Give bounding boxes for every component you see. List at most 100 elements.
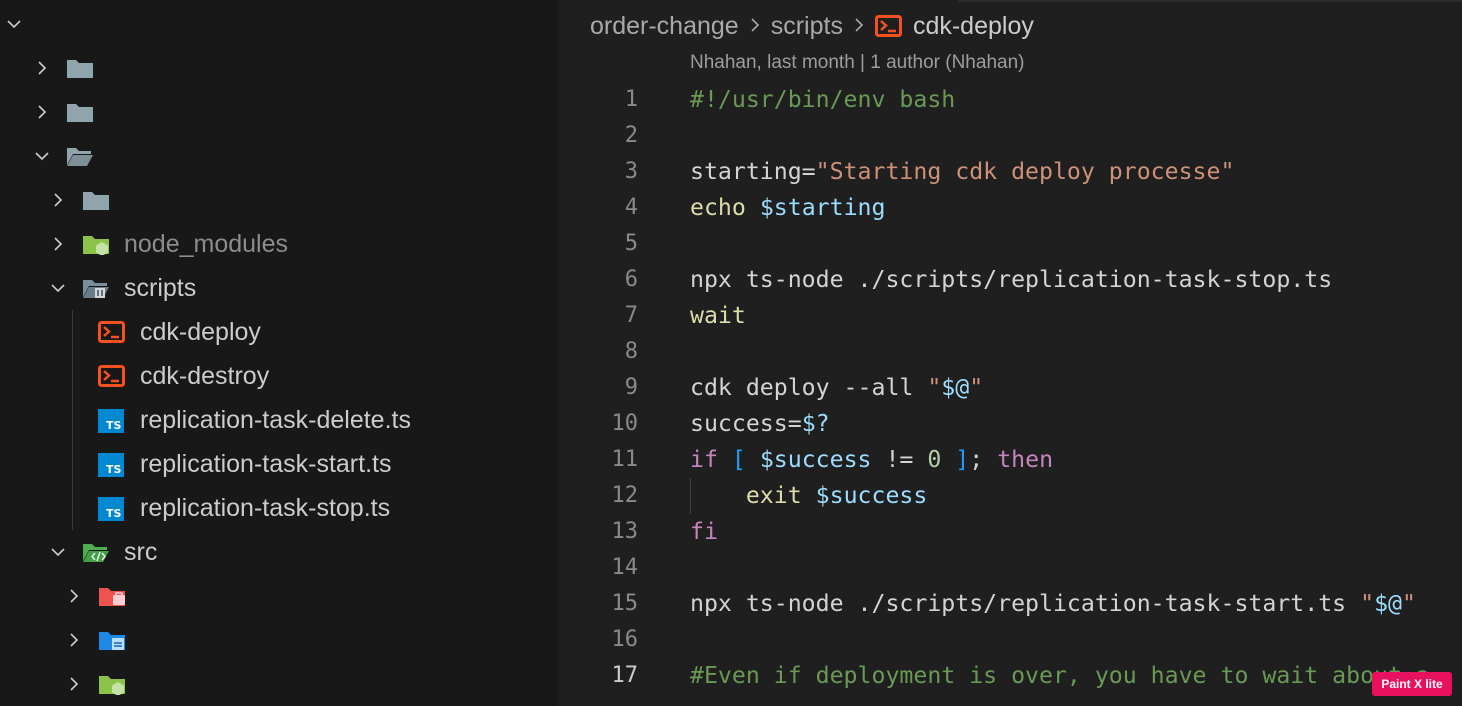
line-text[interactable]: fi [690, 518, 718, 546]
line-text[interactable]: echo $starting [690, 194, 885, 222]
tree-row-folder-1[interactable] [0, 46, 558, 90]
code-line[interactable]: 10 success=$? [558, 406, 1462, 442]
line-text[interactable]: success=$? [690, 410, 830, 438]
code-line[interactable]: 3 starting="Starting cdk deploy processe" [558, 154, 1462, 190]
line-number: 7 [624, 303, 638, 328]
code-line[interactable]: 7 wait [558, 298, 1462, 334]
tree-row-folder-red[interactable] [0, 574, 558, 618]
code-token: wait [690, 302, 746, 329]
chevron-right-icon[interactable] [34, 60, 50, 76]
tree-row-replication-task-delete[interactable]: TS replication-task-delete.ts [0, 398, 558, 442]
tree-row-node-modules[interactable]: node_modules [0, 222, 558, 266]
line-text[interactable]: cdk deploy --all "$@" [690, 374, 983, 402]
code-line[interactable]: 5 [558, 226, 1462, 262]
line-text[interactable]: #!/usr/bin/env bash [690, 86, 955, 114]
tree-row-src[interactable]: src [0, 530, 558, 574]
chevron-right-icon[interactable] [66, 676, 82, 692]
line-number: 3 [624, 159, 638, 184]
folder-icon [82, 189, 110, 211]
code-token: 0 [927, 446, 942, 473]
folder-open-icon [66, 145, 94, 167]
breadcrumb-item[interactable]: order-change [590, 12, 739, 41]
terminal-icon [98, 365, 126, 387]
code-line[interactable]: 9 cdk deploy --all "$@" [558, 370, 1462, 406]
tree-row-replication-task-stop[interactable]: TS replication-task-stop.ts [0, 486, 558, 530]
code-token: "Starting cdk deploy processe" [815, 158, 1235, 185]
chevron-right-icon[interactable] [66, 632, 82, 648]
tree-row-folder-green[interactable] [0, 662, 558, 706]
code-line[interactable]: 14 [558, 550, 1462, 586]
line-text[interactable]: #Even if deployment is over, you have to… [690, 662, 1430, 690]
tree-row-cdk-deploy[interactable]: cdk-deploy [0, 310, 558, 354]
code-token: if [690, 446, 718, 473]
code-token: $starting [759, 194, 886, 221]
tree-row-replication-task-start[interactable]: TS replication-task-start.ts [0, 442, 558, 486]
breadcrumb-item[interactable]: scripts [771, 12, 843, 41]
code-editor[interactable]: order-change scripts cdk-deploy Nhahan, … [558, 0, 1462, 706]
chevron-down-icon[interactable] [50, 544, 66, 560]
code-line[interactable]: 11 if [ $success != 0 ]; then [558, 442, 1462, 478]
chevron-right-icon[interactable] [50, 192, 66, 208]
tree-row-scripts[interactable]: scripts [0, 266, 558, 310]
line-number: 12 [611, 483, 639, 508]
src-folder-icon [82, 541, 110, 563]
terminal-icon [874, 15, 903, 37]
tree-row-folder-3[interactable] [0, 134, 558, 178]
line-text[interactable]: npx ts-node ./scripts/replication-task-s… [690, 590, 1416, 618]
chevron-right-icon [749, 12, 761, 41]
breadcrumb-item[interactable]: cdk-deploy [913, 12, 1034, 41]
chevron-right-icon[interactable] [66, 588, 82, 604]
code-line[interactable]: 17 #Even if deployment is over, you have … [558, 658, 1462, 694]
code-line[interactable]: 6 npx ts-node ./scripts/replication-task-… [558, 262, 1462, 298]
code-token: cdk deploy --all [690, 374, 928, 401]
chevron-down-icon[interactable] [50, 280, 66, 296]
line-number: 5 [624, 231, 638, 256]
codelens-blame[interactable]: Nhahan, last month | 1 author (Nhahan) [690, 52, 1024, 74]
code-token: exit [745, 482, 802, 509]
code-token: echo [690, 194, 746, 221]
tree-row-root[interactable] [0, 2, 558, 46]
code-line[interactable]: 15 npx ts-node ./scripts/replication-task… [558, 586, 1462, 622]
code-line[interactable]: 4 echo $starting [558, 190, 1462, 226]
line-text[interactable]: wait [690, 302, 746, 330]
code-line[interactable]: 16 [558, 622, 1462, 658]
tree-label: cdk-deploy [140, 318, 261, 346]
code-line[interactable]: 8 [558, 334, 1462, 370]
code-token: " [1401, 590, 1416, 617]
tree-row-folder-2[interactable] [0, 90, 558, 134]
code-line[interactable]: 13 fi [558, 514, 1462, 550]
line-text[interactable]: npx ts-node ./scripts/replication-task-s… [690, 266, 1332, 294]
code-token: success= [690, 410, 802, 437]
line-text[interactable]: if [ $success != 0 ]; then [690, 446, 1053, 474]
chevron-down-icon[interactable] [6, 16, 22, 32]
node-folder-icon [82, 233, 110, 255]
code-line[interactable]: 2 [558, 118, 1462, 154]
code-line[interactable]: 12 exit $success [558, 478, 1462, 514]
red-folder-icon [98, 585, 126, 607]
chevron-right-icon[interactable] [50, 236, 66, 252]
line-text[interactable]: exit $success [690, 482, 928, 510]
folder-icon [66, 101, 94, 123]
scripts-folder-icon [82, 277, 110, 299]
code-token: ] [955, 446, 970, 473]
line-number: 15 [611, 591, 639, 616]
line-number: 9 [624, 375, 638, 400]
tree-label: scripts [124, 274, 197, 302]
tree-row-folder-blue[interactable] [0, 618, 558, 662]
line-text[interactable]: starting="Starting cdk deploy processe" [690, 158, 1234, 186]
watermark-badge: Paint X lite [1372, 672, 1452, 696]
code-line[interactable]: 1 #!/usr/bin/env bash [558, 82, 1462, 118]
tree-row-cdk-destroy[interactable]: cdk-destroy [0, 354, 558, 398]
code-token: " [927, 374, 942, 401]
tree-row-folder-4[interactable] [0, 178, 558, 222]
code-token: $? [801, 410, 830, 437]
chevron-right-icon[interactable] [34, 104, 50, 120]
tree-label: node_modules [124, 230, 289, 258]
folder-icon [66, 57, 94, 79]
line-number: 14 [611, 555, 639, 580]
tab-bar-border [958, 0, 1462, 2]
chevron-down-icon[interactable] [34, 148, 50, 164]
